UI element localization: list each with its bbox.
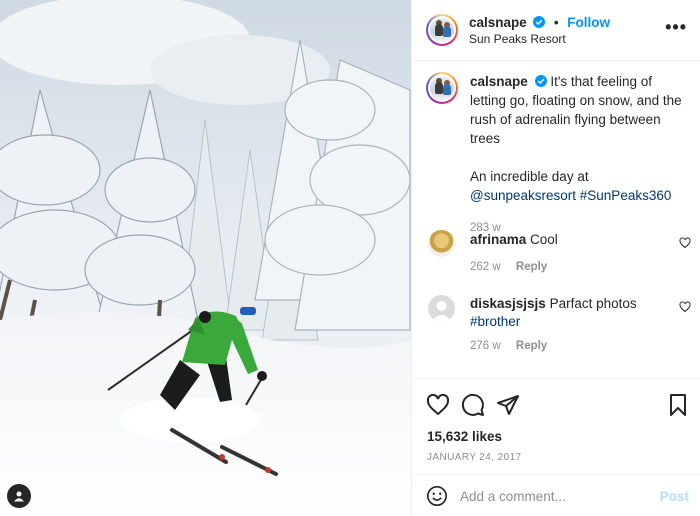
caption-text-line2: An incredible day at (470, 169, 589, 184)
likes-count[interactable]: 15,632 likes (427, 429, 502, 444)
separator-dot: • (554, 15, 559, 30)
comment-time: 262 w (470, 261, 501, 273)
reply-button[interactable]: Reply (516, 340, 547, 352)
comment-text: Cool (530, 232, 558, 247)
caption-username[interactable]: calsnape (470, 74, 528, 89)
share-icon[interactable] (496, 393, 520, 417)
commenter-avatar[interactable] (428, 295, 455, 322)
more-options-icon[interactable]: ••• (665, 18, 687, 36)
comment-composer: Post (412, 474, 700, 516)
comment-like-icon[interactable] (679, 301, 691, 313)
commenter-username[interactable]: afrinama (470, 232, 526, 247)
heart-icon[interactable] (426, 393, 450, 417)
author-avatar[interactable] (426, 14, 458, 46)
verified-badge-icon (534, 75, 547, 87)
emoji-icon[interactable] (426, 485, 448, 507)
verified-badge-icon (533, 16, 546, 28)
commenter-username[interactable]: diskasjsjsjs (470, 296, 546, 311)
location-link[interactable]: Sun Peaks Resort (469, 32, 566, 46)
skier-photo (0, 0, 411, 516)
caption-mention-link[interactable]: @sunpeaksresort (470, 188, 576, 203)
comment-meta: 262 w Reply (470, 261, 547, 273)
tag-user-icon[interactable] (7, 484, 31, 508)
comment-icon[interactable] (461, 393, 485, 417)
author-username[interactable]: calsnape (469, 15, 527, 30)
comment-body: afrinama Cool (470, 231, 670, 249)
post-comment-button[interactable]: Post (660, 489, 689, 504)
caption-hashtag-link[interactable]: #SunPeaks360 (580, 188, 672, 203)
comment-time: 276 w (470, 340, 501, 352)
post-panel: calsnape • Follow Sun Peaks Resort ••• c… (411, 0, 700, 516)
comment-meta: 276 w Reply (470, 340, 547, 352)
post-date: JANUARY 24, 2017 (427, 452, 522, 463)
post-photo[interactable] (0, 0, 411, 516)
comment-like-icon[interactable] (679, 237, 691, 249)
comment-body: diskasjsjsjs Parfact photos #brother (470, 295, 670, 331)
caption-avatar[interactable] (426, 72, 458, 104)
caption: calsnape It's that feeling of letting go… (470, 72, 690, 238)
comment-input[interactable] (460, 483, 650, 509)
post-actions: 15,632 likes JANUARY 24, 2017 (412, 378, 700, 474)
comment-hashtag-link[interactable]: #brother (470, 314, 520, 329)
post-header: calsnape • Follow Sun Peaks Resort ••• (412, 0, 700, 61)
follow-button[interactable]: Follow (567, 15, 610, 30)
comments-list[interactable]: calsnape It's that feeling of letting go… (412, 61, 700, 377)
reply-button[interactable]: Reply (516, 261, 547, 273)
bookmark-icon[interactable] (666, 393, 690, 417)
commenter-avatar[interactable] (428, 230, 455, 257)
header-name-row: calsnape • Follow (469, 15, 610, 30)
post-dialog: calsnape • Follow Sun Peaks Resort ••• c… (0, 0, 700, 516)
comment-text: Parfact photos (549, 296, 637, 311)
